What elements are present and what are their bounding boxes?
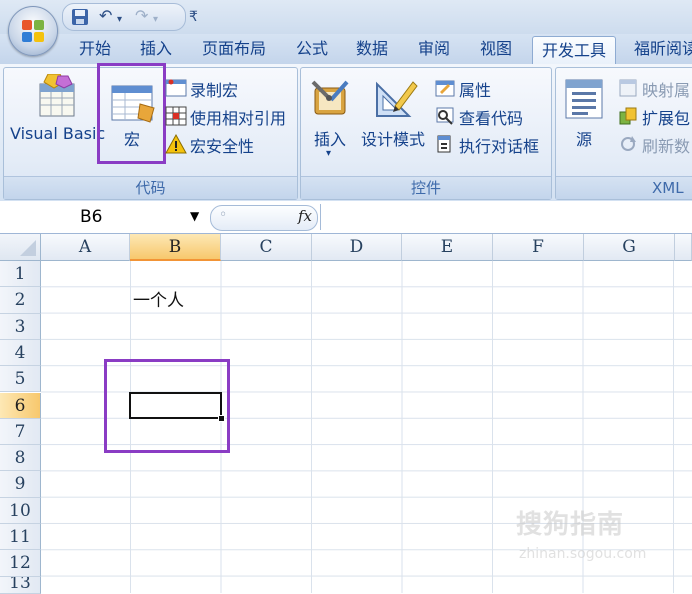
row-header-8[interactable]: 8 (0, 445, 41, 472)
redo-icon[interactable]: ↷ (135, 8, 148, 24)
name-box-dropdown-icon[interactable]: ▼ (190, 204, 199, 228)
design-mode-icon (376, 81, 418, 117)
undo-icon[interactable]: ↶ (99, 8, 112, 24)
row-header-7[interactable]: 7 (0, 418, 41, 446)
controls-group: 插入 ▾ 设计模式 属性 查看代码 执行对话框 控件 (300, 67, 552, 200)
watermark-url: zhinan.sogou.com (519, 546, 647, 562)
row-header-5[interactable]: 5 (0, 366, 41, 393)
row-header-6[interactable]: 6 (0, 392, 41, 419)
tab-home[interactable]: 开始 (68, 34, 122, 64)
cancel-formula-icon[interactable]: ◦ (219, 207, 227, 223)
column-header-g[interactable]: G (584, 234, 675, 261)
refresh-data-button[interactable]: 刷新数 (642, 133, 690, 157)
tab-view[interactable]: 视图 (470, 34, 522, 64)
column-header-f[interactable]: F (493, 234, 584, 261)
tab-developer[interactable]: 开发工具 (532, 36, 616, 66)
row-header-4[interactable]: 4 (0, 339, 41, 367)
column-header-e[interactable]: E (402, 234, 493, 261)
watermark-logo: 搜狗指南 (516, 510, 625, 540)
xml-source-icon (565, 79, 603, 119)
view-code-icon (436, 107, 454, 125)
design-mode-button[interactable]: 设计模式 (361, 126, 425, 150)
refresh-data-icon (621, 136, 636, 151)
map-properties-icon (619, 79, 637, 97)
insert-control-button[interactable]: 插入 (314, 126, 346, 150)
customize-qat-icon[interactable]: ₹ (189, 9, 198, 25)
controls-group-label: 控件 (301, 176, 551, 199)
column-header-c[interactable]: C (221, 234, 312, 261)
tab-foxit-reader[interactable]: 福昕阅读 (626, 34, 692, 64)
macro-highlight-box (97, 63, 166, 164)
ribbon: Visual Basic 宏 录制宏 使用相对引用 宏安全性 代码 插入 ▾ 设… (0, 63, 692, 202)
warning-icon (165, 134, 187, 154)
tab-insert[interactable]: 插入 (130, 34, 182, 64)
macro-security-button[interactable]: 宏安全性 (190, 133, 254, 157)
map-properties-button[interactable]: 映射属 (642, 77, 690, 101)
office-button[interactable] (8, 6, 58, 56)
insert-dropdown-icon[interactable]: ▾ (326, 148, 331, 159)
select-all-corner[interactable] (0, 234, 41, 261)
formula-bar: B6 ▼ ◦ fx (0, 201, 692, 234)
active-cell-highlight-box (104, 359, 230, 453)
cell-b2[interactable]: 一个人 (133, 288, 221, 314)
insert-controls-icon (311, 80, 349, 115)
code-group: Visual Basic 宏 录制宏 使用相对引用 宏安全性 代码 (3, 63, 298, 200)
column-header-d[interactable]: D (312, 234, 402, 261)
name-box-value: B6 (80, 207, 103, 227)
relative-reference-icon (165, 106, 187, 126)
row-header-13[interactable]: 13 (0, 576, 41, 594)
redo-dropdown-icon[interactable]: ▾ (153, 12, 158, 28)
code-group-label: 代码 (4, 176, 297, 199)
expansion-pack-button[interactable]: 扩展包 (642, 105, 690, 129)
tab-page-layout[interactable]: 页面布局 (192, 34, 276, 64)
tab-data[interactable]: 数据 (346, 34, 398, 64)
name-box[interactable]: B6 ▼ (2, 205, 202, 229)
ribbon-tabs: 开始 插入 页面布局 公式 数据 审阅 视图 开发工具 福昕阅读 (0, 34, 692, 66)
save-icon[interactable] (71, 8, 89, 26)
row-header-1[interactable]: 1 (0, 261, 41, 288)
row-header-11[interactable]: 11 (0, 524, 41, 551)
row-header-10[interactable]: 10 (0, 497, 41, 524)
formula-input[interactable] (320, 204, 692, 230)
undo-dropdown-icon[interactable]: ▾ (117, 12, 122, 28)
xml-source-button[interactable]: 源 (576, 126, 592, 150)
row-header-2[interactable]: 2 (0, 287, 41, 314)
column-header-a[interactable]: A (41, 234, 130, 261)
visual-basic-icon (39, 74, 75, 117)
column-header-h[interactable] (675, 234, 692, 261)
column-header-b[interactable]: B (130, 234, 221, 261)
xml-group: 源 映射属 扩展包 刷新数 XML (555, 67, 692, 200)
tab-formulas[interactable]: 公式 (286, 34, 338, 64)
row-header-9[interactable]: 9 (0, 471, 41, 498)
tab-review[interactable]: 审阅 (408, 34, 460, 64)
xml-group-label: XML (556, 176, 692, 199)
run-dialog-button[interactable]: 执行对话框 (459, 133, 539, 157)
properties-icon (435, 80, 455, 97)
select-all-triangle-icon (20, 240, 36, 256)
expansion-pack-icon (619, 107, 637, 125)
row-header-12[interactable]: 12 (0, 550, 41, 577)
visual-basic-label[interactable]: Visual Basic (10, 124, 105, 143)
properties-button[interactable]: 属性 (459, 77, 491, 101)
view-code-button[interactable]: 查看代码 (459, 105, 523, 129)
office-logo-icon (22, 20, 44, 42)
use-relative-references-button[interactable]: 使用相对引用 (190, 105, 286, 129)
quick-access-toolbar: ↶ ▾ ↷ ▾ ₹ (62, 3, 198, 31)
insert-function-button[interactable]: fx (298, 207, 312, 225)
row-header-3[interactable]: 3 (0, 313, 41, 340)
run-dialog-icon (437, 135, 451, 153)
record-macro-icon (165, 79, 187, 97)
record-macro-button[interactable]: 录制宏 (190, 77, 238, 101)
